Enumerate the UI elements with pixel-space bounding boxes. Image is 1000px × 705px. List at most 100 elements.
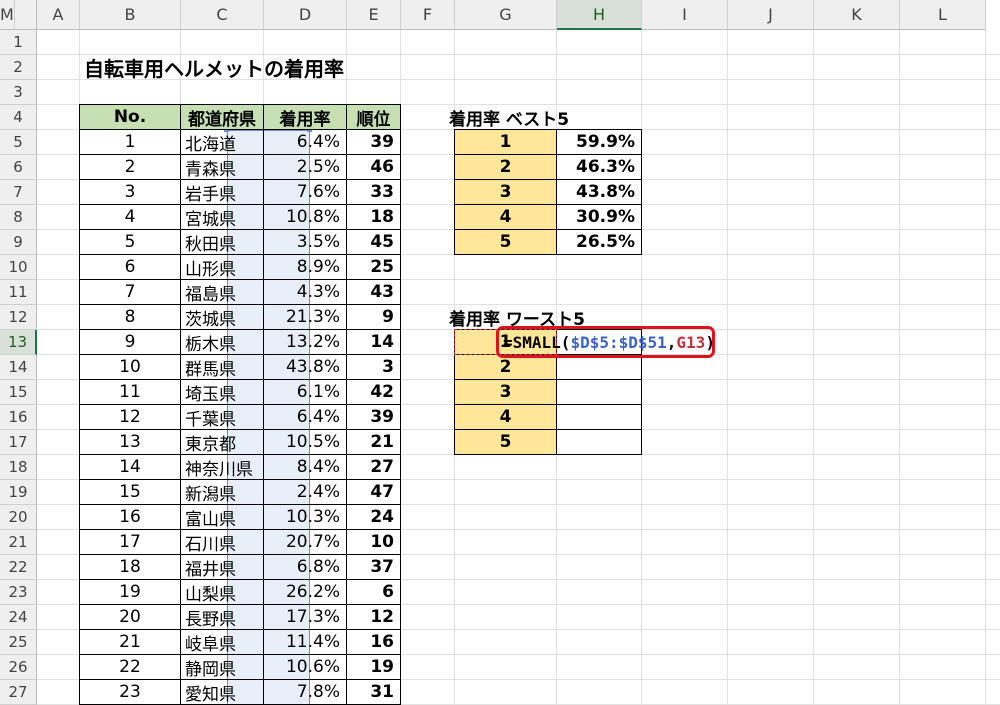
- table-cell[interactable]: 福島県: [180, 279, 264, 305]
- table-cell[interactable]: 新潟県: [180, 479, 264, 505]
- best5-rank-cell[interactable]: 1: [454, 129, 557, 155]
- table-cell[interactable]: 1: [79, 129, 181, 155]
- table-cell[interactable]: 7.8%: [263, 679, 347, 705]
- column-header-e[interactable]: E: [347, 0, 401, 30]
- table-cell[interactable]: 7.6%: [263, 179, 347, 205]
- row-header-26[interactable]: 26: [0, 655, 37, 680]
- table-cell[interactable]: 11.4%: [263, 629, 347, 655]
- table-cell[interactable]: 23: [79, 679, 181, 705]
- row-header-22[interactable]: 22: [0, 555, 37, 580]
- row-header-16[interactable]: 16: [0, 405, 37, 430]
- table-cell[interactable]: 31: [346, 679, 401, 705]
- worst5-rank-cell[interactable]: 4: [454, 404, 557, 430]
- table-cell[interactable]: 石川県: [180, 529, 264, 555]
- row-header-19[interactable]: 19: [0, 480, 37, 505]
- best5-value-cell[interactable]: 59.9%: [556, 129, 642, 155]
- column-header-k[interactable]: K: [814, 0, 900, 30]
- table-cell[interactable]: 27: [346, 454, 401, 480]
- table-cell[interactable]: 10.6%: [263, 654, 347, 680]
- table-cell[interactable]: 14: [79, 454, 181, 480]
- table-cell[interactable]: 37: [346, 554, 401, 580]
- table-cell[interactable]: 10.5%: [263, 429, 347, 455]
- table-cell[interactable]: 10: [346, 529, 401, 555]
- table-cell[interactable]: 19: [346, 654, 401, 680]
- column-header-b[interactable]: B: [80, 0, 181, 30]
- table-cell[interactable]: 26.2%: [263, 579, 347, 605]
- row-header-6[interactable]: 6: [0, 155, 37, 180]
- table-cell[interactable]: 栃木県: [180, 329, 264, 355]
- table-cell[interactable]: 9: [79, 329, 181, 355]
- table-cell[interactable]: 18: [346, 204, 401, 230]
- table-cell[interactable]: 2: [79, 154, 181, 180]
- table-cell[interactable]: 22: [79, 654, 181, 680]
- table-cell[interactable]: 埼玉県: [180, 379, 264, 405]
- row-header-5[interactable]: 5: [0, 130, 37, 155]
- column-header-m[interactable]: M: [0, 0, 15, 30]
- table-cell[interactable]: 3.5%: [263, 229, 347, 255]
- table-cell[interactable]: 9: [346, 304, 401, 330]
- column-header-c[interactable]: C: [181, 0, 264, 30]
- row-header-25[interactable]: 25: [0, 630, 37, 655]
- table-cell[interactable]: 8.9%: [263, 254, 347, 280]
- best5-value-cell[interactable]: 46.3%: [556, 154, 642, 180]
- best5-value-cell[interactable]: 26.5%: [556, 229, 642, 255]
- table-cell[interactable]: 千葉県: [180, 404, 264, 430]
- worst5-rank-cell[interactable]: 3: [454, 379, 557, 405]
- table-cell[interactable]: 宮城県: [180, 204, 264, 230]
- worst5-value-cell[interactable]: [556, 404, 642, 430]
- column-header-l[interactable]: L: [900, 0, 986, 30]
- best5-rank-cell[interactable]: 5: [454, 229, 557, 255]
- best5-rank-cell[interactable]: 2: [454, 154, 557, 180]
- table-cell[interactable]: 2.5%: [263, 154, 347, 180]
- table-cell[interactable]: 岩手県: [180, 179, 264, 205]
- worst5-rank-cell[interactable]: 5: [454, 429, 557, 455]
- table-cell[interactable]: 43.8%: [263, 354, 347, 380]
- column-header-f[interactable]: F: [401, 0, 455, 30]
- table-cell[interactable]: 25: [346, 254, 401, 280]
- table-cell[interactable]: 17.3%: [263, 604, 347, 630]
- table-cell[interactable]: 長野県: [180, 604, 264, 630]
- table-header-cell[interactable]: 都道府県: [180, 104, 264, 130]
- sheet-title[interactable]: 自転車用ヘルメットの着用率: [84, 55, 344, 81]
- worst5-value-cell[interactable]: [556, 429, 642, 455]
- table-cell[interactable]: 10: [79, 354, 181, 380]
- table-cell[interactable]: 6.1%: [263, 379, 347, 405]
- table-cell[interactable]: 群馬県: [180, 354, 264, 380]
- table-cell[interactable]: 11: [79, 379, 181, 405]
- row-header-18[interactable]: 18: [0, 455, 37, 480]
- table-cell[interactable]: 6.8%: [263, 554, 347, 580]
- row-header-13[interactable]: 13: [0, 330, 37, 355]
- row-header-21[interactable]: 21: [0, 530, 37, 555]
- table-cell[interactable]: 東京都: [180, 429, 264, 455]
- table-header-cell[interactable]: 着用率: [263, 104, 347, 130]
- column-header-i[interactable]: I: [642, 0, 728, 30]
- table-cell[interactable]: 秋田県: [180, 229, 264, 255]
- row-header-11[interactable]: 11: [0, 280, 37, 305]
- row-header-24[interactable]: 24: [0, 605, 37, 630]
- table-cell[interactable]: 6.4%: [263, 404, 347, 430]
- table-cell[interactable]: 6: [79, 254, 181, 280]
- row-header-4[interactable]: 4: [0, 105, 37, 130]
- table-cell[interactable]: 20: [79, 604, 181, 630]
- table-cell[interactable]: 18: [79, 554, 181, 580]
- row-header-17[interactable]: 17: [0, 430, 37, 455]
- row-header-14[interactable]: 14: [0, 355, 37, 380]
- row-header-10[interactable]: 10: [0, 255, 37, 280]
- table-cell[interactable]: 6.4%: [263, 129, 347, 155]
- table-cell[interactable]: 愛知県: [180, 679, 264, 705]
- column-header-h[interactable]: H: [557, 0, 642, 30]
- table-cell[interactable]: 13.2%: [263, 329, 347, 355]
- table-cell[interactable]: 21: [346, 429, 401, 455]
- table-header-cell[interactable]: No.: [79, 104, 181, 130]
- row-header-1[interactable]: 1: [0, 30, 37, 55]
- table-cell[interactable]: 富山県: [180, 504, 264, 530]
- table-cell[interactable]: 8.4%: [263, 454, 347, 480]
- table-cell[interactable]: 4: [79, 204, 181, 230]
- table-cell[interactable]: 21.3%: [263, 304, 347, 330]
- table-cell[interactable]: 3: [346, 354, 401, 380]
- table-cell[interactable]: 8: [79, 304, 181, 330]
- table-cell[interactable]: 16: [79, 504, 181, 530]
- table-cell[interactable]: 福井県: [180, 554, 264, 580]
- best5-title[interactable]: 着用率 ベスト5: [449, 105, 569, 130]
- table-cell[interactable]: 山形県: [180, 254, 264, 280]
